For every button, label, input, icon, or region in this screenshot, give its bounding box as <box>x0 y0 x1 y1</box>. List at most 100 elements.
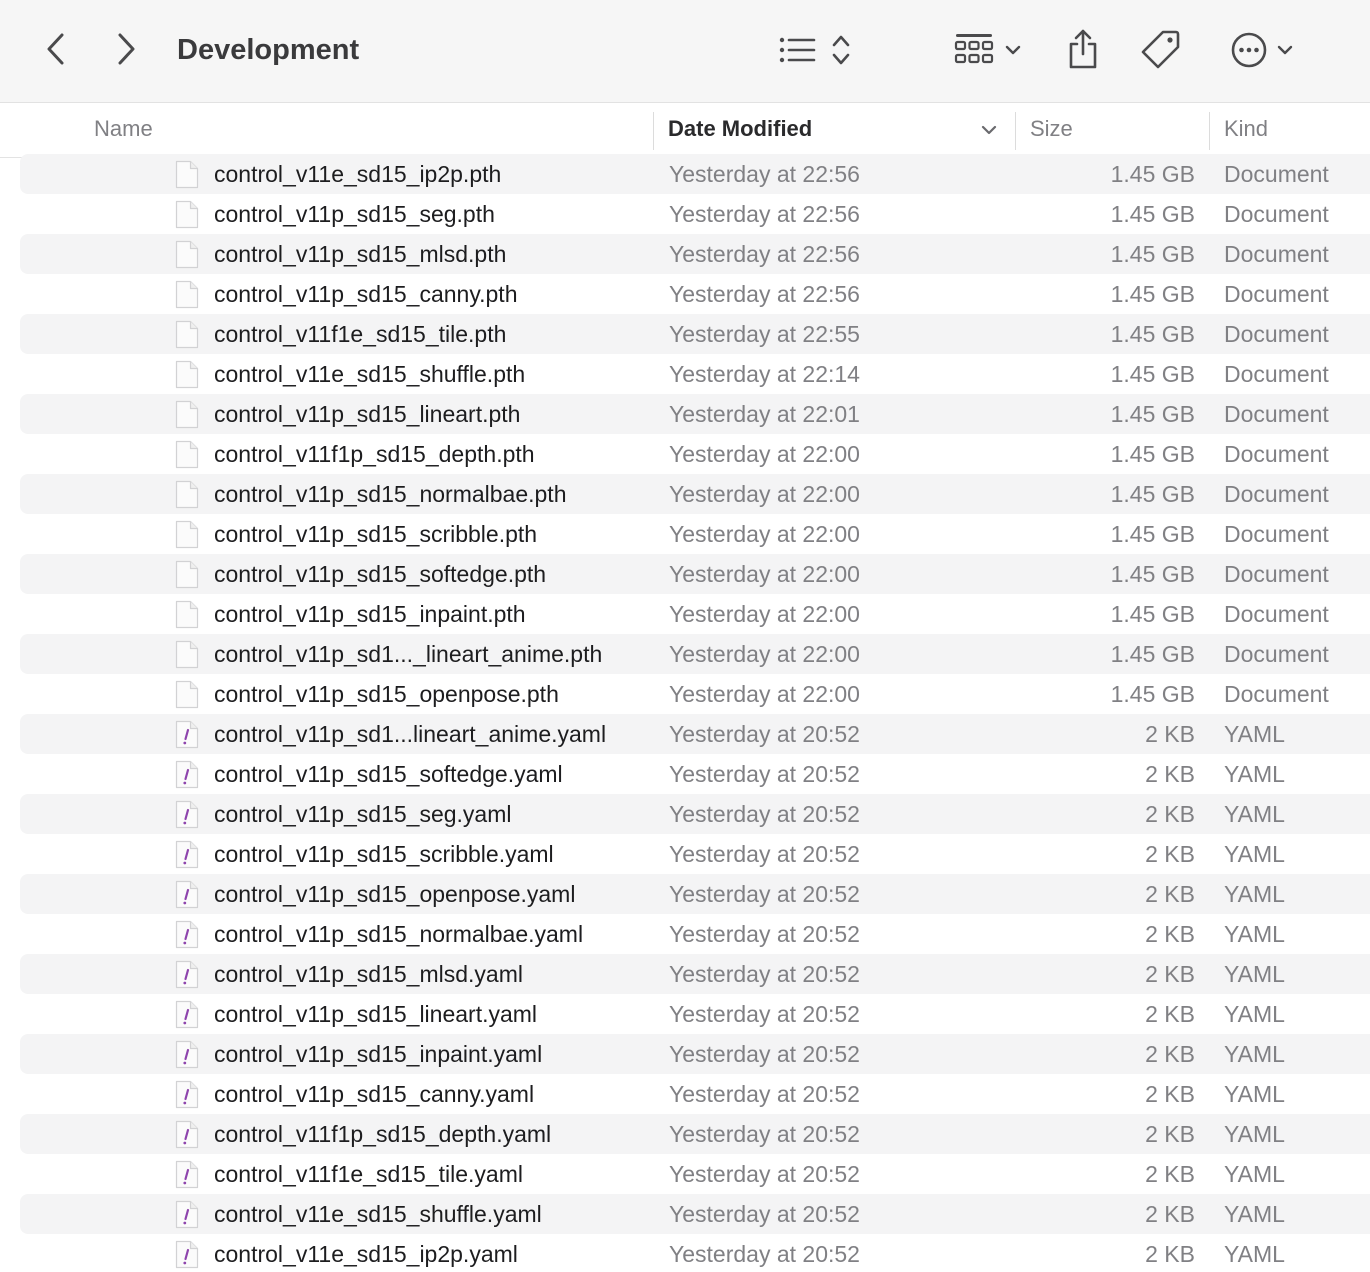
file-kind: YAML <box>1224 1241 1285 1267</box>
file-size: 1.45 GB <box>1110 281 1195 307</box>
file-row[interactable]: control_v11p_sd15_mlsd.pth Yesterday at 2… <box>0 234 1370 274</box>
file-date-modified: Yesterday at 22:56 <box>669 161 860 187</box>
file-kind: Document <box>1224 561 1329 587</box>
column-header-name[interactable]: Name <box>94 103 634 157</box>
back-button[interactable] <box>38 28 74 70</box>
view-options-button[interactable] <box>770 30 860 70</box>
share-button[interactable] <box>1062 24 1104 74</box>
file-size: 2 KB <box>1145 1081 1195 1107</box>
file-name: control_v11p_sd1...lineart_anime.yaml <box>214 721 607 747</box>
file-row[interactable]: control_v11p_sd15_openpose.pth Yesterday … <box>0 674 1370 714</box>
file-kind: YAML <box>1224 1121 1285 1147</box>
file-name: control_v11p_sd15_lineart.yaml <box>214 1001 538 1027</box>
file-list: control_v11e_sd15_ip2p.pth Yesterday at 2… <box>0 154 1370 1272</box>
yaml-file-icon <box>175 1240 199 1269</box>
group-button[interactable] <box>950 28 1026 72</box>
file-row[interactable]: control_v11e_sd15_shuffle.pth Yesterday a… <box>0 354 1370 394</box>
file-name: control_v11p_sd15_softedge.yaml <box>214 761 563 787</box>
column-header-size[interactable]: Size <box>1030 103 1200 157</box>
forward-button[interactable] <box>108 28 144 70</box>
document-icon <box>175 520 199 549</box>
file-kind: YAML <box>1224 801 1285 827</box>
file-kind: YAML <box>1224 841 1285 867</box>
file-row[interactable]: control_v11p_sd15_scribble.yaml Yesterday… <box>0 834 1370 874</box>
document-icon <box>175 200 199 229</box>
file-row[interactable]: control_v11f1p_sd15_depth.pth Yesterday a… <box>0 434 1370 474</box>
file-row[interactable]: control_v11p_sd15_lineart.yaml Yesterday … <box>0 994 1370 1034</box>
file-row[interactable]: control_v11p_sd1..._lineart_anime.pth Yes… <box>0 634 1370 674</box>
column-header: Name Date Modified Size Kind <box>0 103 1370 158</box>
file-row[interactable]: control_v11p_sd15_openpose.yaml Yesterday… <box>0 874 1370 914</box>
file-kind: Document <box>1224 441 1329 467</box>
file-row[interactable]: control_v11p_sd15_seg.pth Yesterday at 22… <box>0 194 1370 234</box>
file-date-modified: Yesterday at 20:52 <box>669 1041 860 1067</box>
chevron-down-icon <box>1005 45 1021 55</box>
document-icon <box>175 560 199 589</box>
file-row[interactable]: control_v11p_sd15_scribble.pth Yesterday … <box>0 514 1370 554</box>
document-icon <box>175 160 199 189</box>
file-row[interactable]: control_v11p_sd15_inpaint.yaml Yesterday … <box>0 1034 1370 1074</box>
file-row[interactable]: control_v11e_sd15_shuffle.yaml Yesterday … <box>0 1194 1370 1234</box>
column-header-date-modified[interactable]: Date Modified <box>668 103 1008 157</box>
file-row[interactable]: control_v11p_sd15_inpaint.pth Yesterday a… <box>0 594 1370 634</box>
file-row[interactable]: control_v11e_sd15_ip2p.yaml Yesterday at … <box>0 1234 1370 1272</box>
more-actions-button[interactable] <box>1226 28 1298 72</box>
file-row[interactable]: control_v11p_sd15_seg.yaml Yesterday at 2… <box>0 794 1370 834</box>
file-date-modified: Yesterday at 22:56 <box>669 281 860 307</box>
chevron-right-icon <box>118 33 135 65</box>
ellipsis-circle-icon <box>1231 32 1267 68</box>
file-row[interactable]: control_v11f1e_sd15_tile.yaml Yesterday a… <box>0 1154 1370 1194</box>
file-row[interactable]: control_v11e_sd15_ip2p.pth Yesterday at 2… <box>0 154 1370 194</box>
column-divider[interactable] <box>1209 112 1210 150</box>
file-kind: Document <box>1224 521 1329 547</box>
file-name: control_v11e_sd15_ip2p.yaml <box>214 1241 518 1267</box>
file-row[interactable]: control_v11f1p_sd15_depth.yaml Yesterday … <box>0 1114 1370 1154</box>
yaml-file-icon <box>175 800 199 829</box>
yaml-file-icon <box>175 1000 199 1029</box>
file-kind: Document <box>1224 321 1329 347</box>
file-size: 1.45 GB <box>1110 201 1195 227</box>
file-name: control_v11p_sd15_canny.yaml <box>214 1081 535 1107</box>
file-row[interactable]: control_v11p_sd15_mlsd.yaml Yesterday at … <box>0 954 1370 994</box>
file-row[interactable]: control_v11p_sd15_canny.pth Yesterday at … <box>0 274 1370 314</box>
file-date-modified: Yesterday at 20:52 <box>669 881 860 907</box>
file-row[interactable]: control_v11p_sd15_canny.yaml Yesterday at… <box>0 1074 1370 1114</box>
tag-button[interactable] <box>1138 26 1184 72</box>
file-row[interactable]: control_v11p_sd15_normalbae.pth Yesterday… <box>0 474 1370 514</box>
file-row[interactable]: control_v11p_sd15_lineart.pth Yesterday a… <box>0 394 1370 434</box>
file-size: 1.45 GB <box>1110 481 1195 507</box>
sort-descending-icon <box>981 125 997 135</box>
file-kind: Document <box>1224 201 1329 227</box>
document-icon <box>175 240 199 269</box>
file-row[interactable]: control_v11p_sd15_normalbae.yaml Yesterda… <box>0 914 1370 954</box>
file-row[interactable]: control_v11p_sd15_softedge.yaml Yesterday… <box>0 754 1370 794</box>
document-icon <box>175 440 199 469</box>
file-size: 2 KB <box>1145 921 1195 947</box>
file-date-modified: Yesterday at 22:00 <box>669 521 860 547</box>
file-row[interactable]: control_v11f1e_sd15_tile.pth Yesterday at… <box>0 314 1370 354</box>
file-name: control_v11e_sd15_shuffle.yaml <box>214 1201 542 1227</box>
file-date-modified: Yesterday at 20:52 <box>669 961 860 987</box>
toolbar: Development <box>0 0 1370 103</box>
file-size: 1.45 GB <box>1110 601 1195 627</box>
file-date-modified: Yesterday at 22:14 <box>669 361 860 387</box>
file-date-modified: Yesterday at 20:52 <box>669 1161 860 1187</box>
file-name: control_v11p_sd15_scribble.pth <box>214 521 538 547</box>
file-kind: Document <box>1224 481 1329 507</box>
column-divider[interactable] <box>653 112 654 150</box>
file-row[interactable]: control_v11p_sd15_softedge.pth Yesterday … <box>0 554 1370 594</box>
file-name: control_v11f1p_sd15_depth.pth <box>214 441 535 467</box>
file-kind: YAML <box>1224 761 1285 787</box>
document-icon <box>175 600 199 629</box>
file-size: 2 KB <box>1145 841 1195 867</box>
document-icon <box>175 280 199 309</box>
file-date-modified: Yesterday at 22:00 <box>669 481 860 507</box>
file-kind: Document <box>1224 241 1329 267</box>
column-header-kind[interactable]: Kind <box>1224 103 1364 157</box>
file-size: 2 KB <box>1145 1041 1195 1067</box>
file-name: control_v11p_sd15_softedge.pth <box>214 561 547 587</box>
file-kind: YAML <box>1224 721 1285 747</box>
file-row[interactable]: control_v11p_sd1...lineart_anime.yaml Yes… <box>0 714 1370 754</box>
column-divider[interactable] <box>1015 112 1016 150</box>
yaml-file-icon <box>175 1040 199 1069</box>
